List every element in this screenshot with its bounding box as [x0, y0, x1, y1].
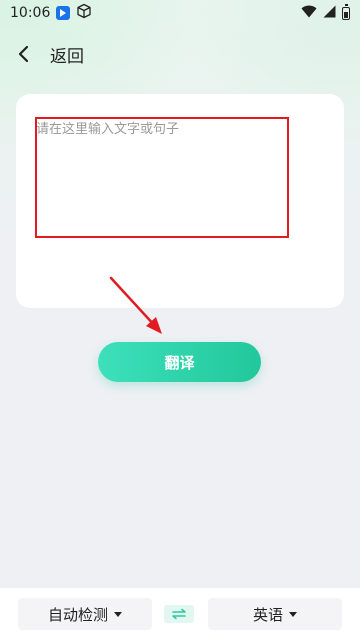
annotation-arrow-icon	[109, 276, 162, 334]
target-language-select[interactable]: 英语	[208, 598, 342, 630]
battery-icon	[342, 3, 350, 20]
back-icon[interactable]	[16, 45, 34, 63]
caret-down-icon	[114, 611, 122, 617]
app-notification-icon	[56, 6, 71, 20]
swap-languages-button[interactable]	[164, 605, 194, 623]
target-language-label: 英语	[252, 605, 283, 624]
source-language-label: 自动检测	[47, 605, 108, 624]
source-language-select[interactable]: 自动检测	[18, 598, 152, 630]
status-bar: 10:06	[0, 0, 360, 26]
back-button[interactable]: 返回	[50, 42, 84, 67]
caret-down-icon	[289, 611, 297, 617]
cube-icon	[76, 3, 92, 23]
status-time: 10:06	[10, 5, 51, 21]
top-nav: 返回	[0, 36, 360, 72]
status-indicators	[301, 3, 350, 22]
input-card	[16, 94, 344, 308]
swap-icon	[172, 608, 186, 620]
language-bar: 自动检测 英语	[0, 588, 360, 639]
signal-icon	[323, 5, 336, 22]
translate-button[interactable]: 翻译	[98, 342, 261, 382]
text-input[interactable]	[36, 118, 326, 288]
wifi-icon	[301, 5, 317, 22]
